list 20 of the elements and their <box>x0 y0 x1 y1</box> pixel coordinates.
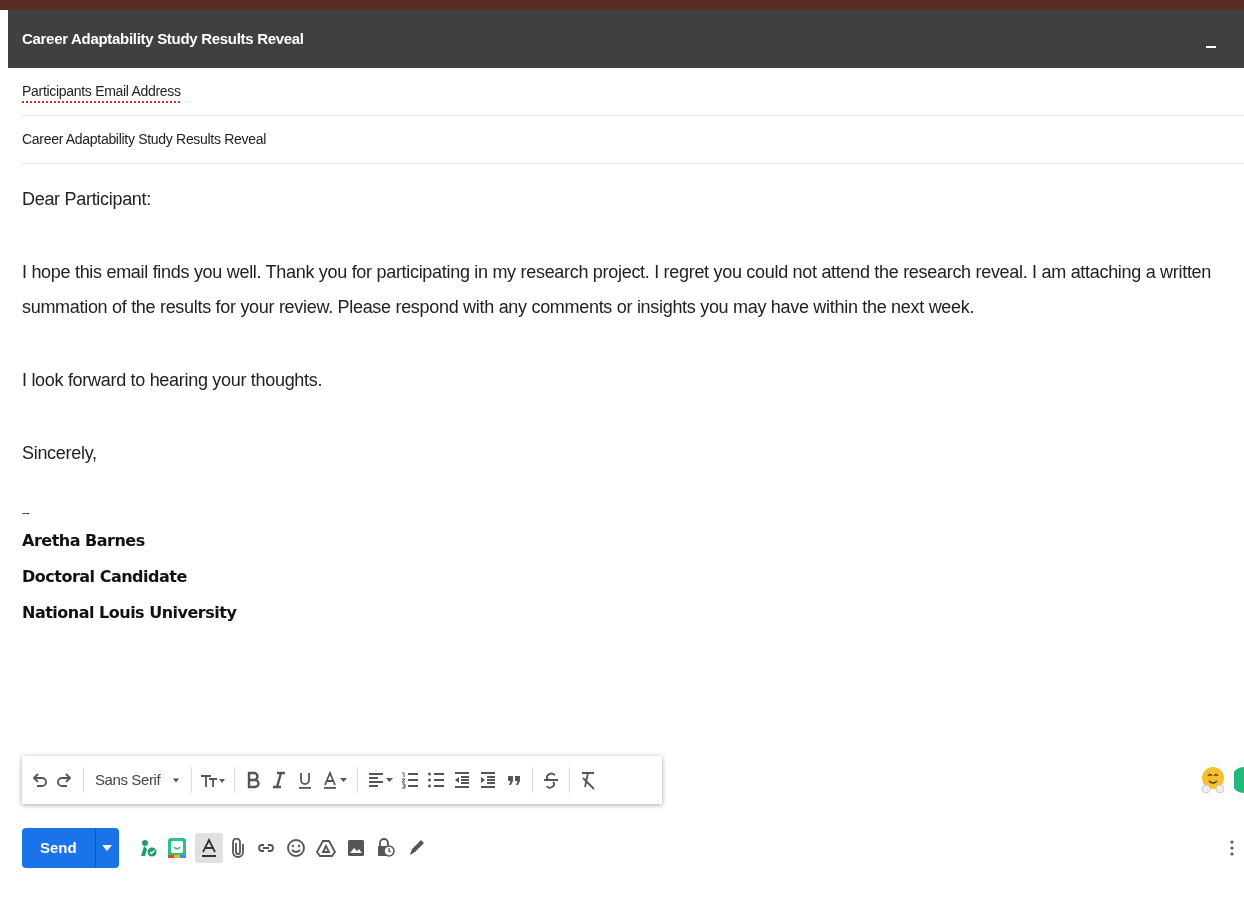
body-paragraph: Sincerely, <box>22 442 98 465</box>
body-paragraph: I hope this email finds you well. Thank you for participating in my research project. I regret you could not attend the research reveal. I am attaching a written summation of the results for your review. Please respond with any comments or insights you may have within the next week. <box>22 261 1212 319</box>
send-options-button[interactable] <box>94 828 119 868</box>
signature-line: National Louis University <box>22 602 238 624</box>
caret-icon <box>102 845 113 851</box>
formatting-options-toggle[interactable] <box>194 833 223 863</box>
body-paragraph: I look forward to hearing your thoughts. <box>22 369 324 392</box>
font-family-dropdown[interactable]: Sans Serif <box>91 768 165 792</box>
more-options-icon[interactable] <box>1230 840 1234 856</box>
signature-separator: -- <box>22 505 31 522</box>
round-app-icon[interactable] <box>1234 766 1244 794</box>
signature-line: Doctoral Candidate <box>22 566 188 588</box>
signature-line: Aretha Barnes <box>22 530 146 552</box>
send-button[interactable]: Send <box>22 828 95 868</box>
recipient-field[interactable]: Participants Email Address <box>22 81 181 102</box>
subject-field[interactable]: Career Adaptability Study Results Reveal <box>22 129 267 150</box>
hugging-emoji-icon[interactable] <box>1200 766 1226 794</box>
text-format-icon <box>199 838 218 858</box>
window-title: Career Adaptability Study Results Reveal <box>22 28 304 49</box>
body-paragraph: Dear Participant: <box>22 188 152 211</box>
